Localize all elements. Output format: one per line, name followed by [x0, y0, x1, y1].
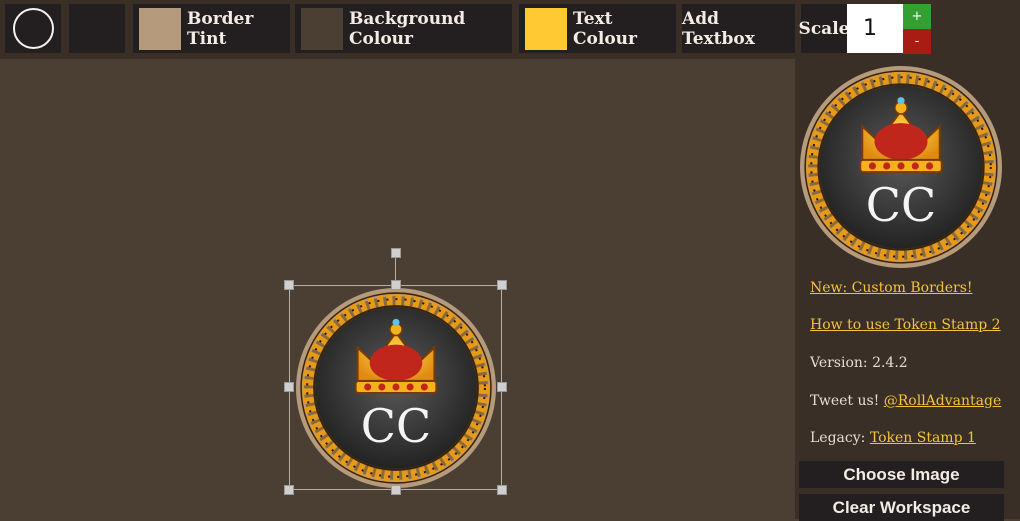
clear-workspace-button[interactable]: Clear Workspace: [799, 494, 1004, 521]
legacy-link[interactable]: Token Stamp 1: [870, 430, 976, 446]
background-colour-swatch: [301, 7, 343, 50]
text-colour-swatch: [525, 7, 567, 50]
selection-box: [289, 285, 502, 490]
background-colour-button[interactable]: Background Colour: [295, 4, 512, 53]
blank-tool-button[interactable]: [69, 4, 125, 53]
resize-handle-bottom-right[interactable]: [497, 485, 507, 495]
add-textbox-label: Add Textbox: [682, 8, 755, 49]
twitter-handle-link[interactable]: @RollAdvantage: [884, 393, 1002, 409]
resize-handle-top-left[interactable]: [284, 280, 294, 290]
tweet-line: Tweet us! @RollAdvantage: [810, 393, 1001, 409]
token-preview: CC: [799, 65, 1003, 269]
border-tint-swatch: [139, 7, 181, 50]
toolbar: Border Tint Background Colour Text Colou…: [0, 0, 1020, 59]
custom-borders-link[interactable]: New: Custom Borders!: [810, 280, 973, 296]
minus-icon: -: [914, 34, 920, 49]
scale-decrease-button[interactable]: -: [903, 29, 931, 54]
scale-increase-button[interactable]: +: [903, 4, 931, 29]
legacy-prefix: Legacy:: [810, 430, 866, 446]
border-tint-button[interactable]: Border Tint: [133, 4, 290, 53]
resize-handle-bottom[interactable]: [391, 485, 401, 495]
circle-shape-icon: [12, 8, 54, 49]
scale-label-box: Scale: [798, 4, 850, 53]
choose-image-button[interactable]: Choose Image: [799, 461, 1004, 488]
resize-handle-top-right[interactable]: [497, 280, 507, 290]
how-to-use-link[interactable]: How to use Token Stamp 2: [810, 317, 1001, 333]
resize-handle-top[interactable]: [391, 280, 401, 290]
border-tint-label: Border Tint: [187, 8, 254, 49]
crown-token-preview-icon: [799, 65, 1003, 269]
text-colour-button[interactable]: Text Colour: [519, 4, 676, 53]
sidebar: CC New: Custom Borders! How to use Token…: [795, 59, 1020, 521]
background-colour-label: Background Colour: [349, 8, 466, 49]
scale-input[interactable]: [847, 4, 903, 53]
token-shape-button[interactable]: [5, 4, 61, 53]
text-colour-label: Text Colour: [573, 8, 637, 49]
resize-handle-left[interactable]: [284, 382, 294, 392]
rotate-handle[interactable]: [391, 248, 401, 258]
tweet-prefix: Tweet us!: [810, 393, 880, 409]
version-text: Version: 2.4.2: [810, 355, 908, 371]
resize-handle-bottom-left[interactable]: [284, 485, 294, 495]
preview-text: CC: [865, 178, 937, 232]
scale-label: Scale: [798, 18, 850, 39]
add-textbox-button[interactable]: Add Textbox: [682, 4, 795, 53]
plus-icon: +: [911, 9, 923, 24]
resize-handle-right[interactable]: [497, 382, 507, 392]
legacy-line: Legacy: Token Stamp 1: [810, 430, 976, 446]
